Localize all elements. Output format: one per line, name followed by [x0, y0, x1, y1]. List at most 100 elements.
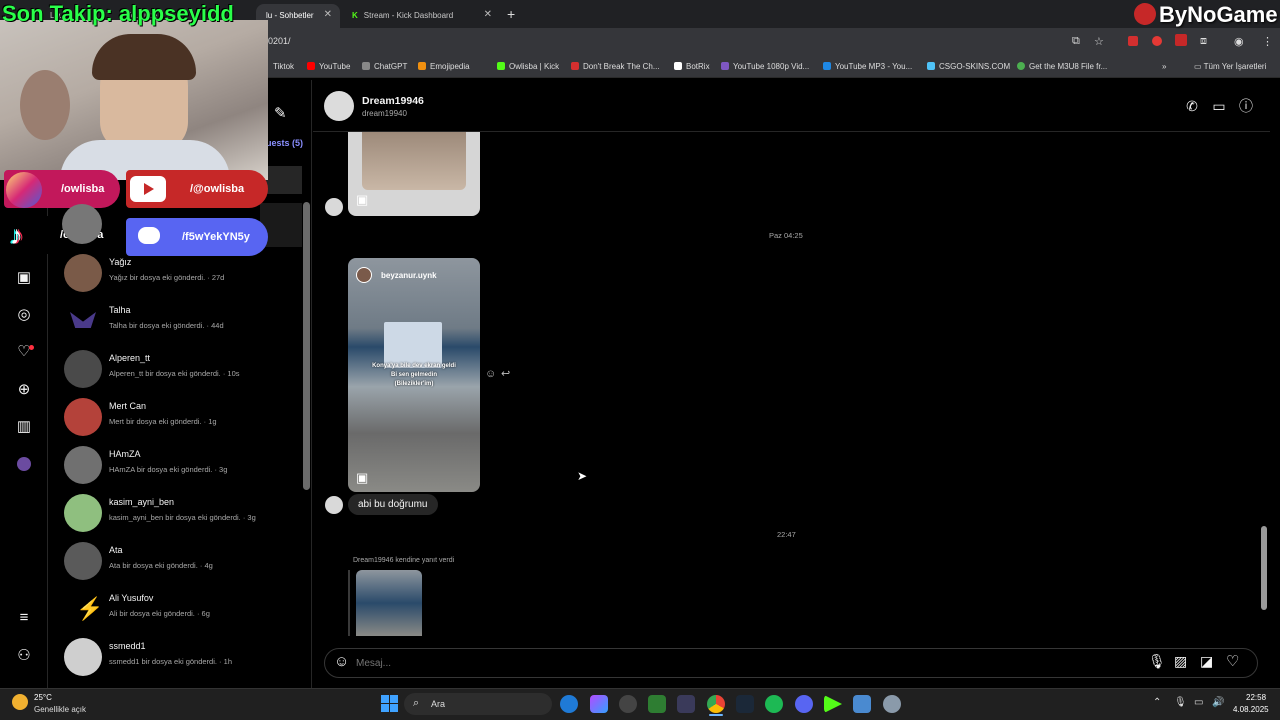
reels-icon[interactable]: ▣ — [14, 268, 34, 288]
create-icon[interactable]: ⊕ — [14, 380, 34, 400]
bookmark-item[interactable]: Get the M3U8 File fr... — [1017, 62, 1107, 71]
bookmark-item[interactable]: YouTube — [307, 62, 350, 71]
taskbar-search[interactable] — [404, 693, 552, 715]
messenger-icon[interactable]: ◎ — [14, 305, 34, 325]
audio-call-icon[interactable]: ✆ — [1183, 97, 1201, 115]
install-app-icon[interactable]: ⧉ — [1072, 35, 1080, 48]
spotify-icon[interactable] — [765, 695, 783, 713]
steam-icon[interactable] — [736, 695, 754, 713]
conversation-item[interactable]: Alperen_tt Alperen_tt bir dosya eki gönd… — [62, 346, 302, 394]
bookmark-item[interactable]: Owlisba | Kick — [497, 62, 559, 71]
message-input[interactable] — [356, 654, 1116, 672]
tab-instagram-chats[interactable]: lu - Sohbetler ✕ — [256, 4, 340, 28]
obs-icon[interactable] — [619, 695, 637, 713]
menu-kebab-icon[interactable]: ⋮ — [1262, 35, 1273, 48]
bookmark-item[interactable]: Tiktok — [273, 62, 294, 71]
chat-scrollbar[interactable] — [1261, 526, 1267, 610]
reply-notice: Dream19946 kendine yanıt verdi — [353, 557, 455, 564]
search-icon: ⌕ — [413, 697, 420, 709]
conversation-item[interactable]: ⚡ Ali Yusufov Ali bir dosya eki gönderdi… — [62, 586, 302, 634]
image-icon[interactable]: ▨ — [1174, 653, 1187, 670]
bookmark-item[interactable]: ChatGPT — [362, 62, 407, 71]
all-bookmarks[interactable]: ▭ Tüm Yer İşaretleri — [1194, 62, 1266, 71]
message-bubble[interactable]: abi bu doğrumu — [348, 494, 438, 515]
dashboard-icon[interactable]: ▥ — [14, 417, 34, 437]
reel-user-avatar — [356, 267, 372, 283]
avatar — [64, 638, 102, 676]
microphone-icon[interactable]: 🎙 — [1148, 653, 1166, 670]
conversation-item[interactable]: kasim_ayni_ben kasim_ayni_ben bir dosya … — [62, 490, 302, 538]
close-tab-icon[interactable]: ✕ — [484, 9, 492, 20]
clock-time[interactable]: 22:58 — [1246, 693, 1266, 702]
reply-icon[interactable]: ↩ — [501, 367, 510, 380]
tray-chevron-icon[interactable]: ⌃ — [1153, 697, 1161, 708]
discord-handle: /f5wYekYN5y — [126, 218, 268, 256]
chat-avatar[interactable] — [324, 91, 354, 121]
requests-link[interactable]: uests (5) — [266, 138, 303, 148]
new-tab-icon[interactable]: + — [507, 6, 515, 22]
youtube-handle: /@owlisba — [126, 170, 268, 208]
conversation-item[interactable]: Ata Ata bir dosya eki gönderdi. · 4g — [62, 538, 302, 586]
extensions-puzzle-icon[interactable]: ⧈ — [1200, 35, 1207, 48]
streamer-hair — [92, 34, 196, 80]
tab-kick-dashboard[interactable]: K Stream - Kick Dashboard ✕ — [342, 4, 500, 28]
reels-icon: ▣ — [356, 192, 369, 207]
profile-avatar[interactable] — [17, 457, 31, 471]
close-tab-icon[interactable]: ✕ — [324, 9, 332, 20]
conversation-list-scrollbar[interactable] — [303, 202, 310, 490]
app-icon[interactable] — [853, 695, 871, 713]
discord-icon[interactable] — [795, 695, 813, 713]
bookmark-item[interactable]: BotRix — [674, 62, 710, 71]
profile-icon[interactable]: ◉ — [1234, 35, 1244, 48]
also-from-meta-icon[interactable]: ⚇ — [14, 646, 34, 666]
bookmark-item[interactable]: YouTube MP3 - You... — [823, 62, 912, 71]
new-message-icon[interactable]: ✎ — [274, 104, 287, 122]
reel-thumbnail — [362, 132, 466, 190]
reel-attachment[interactable]: ▣ — [348, 132, 480, 216]
conversation-item[interactable]: HAmZA HAmZA bir dosya eki gönderdi. · 3g — [62, 442, 302, 490]
extension-icon[interactable] — [1152, 36, 1162, 46]
volume-icon[interactable]: 🔊 — [1212, 697, 1224, 708]
reels-icon: ▣ — [356, 470, 369, 485]
react-emoji-icon[interactable]: ☺ — [485, 368, 496, 380]
minecraft-icon[interactable] — [648, 695, 666, 713]
conversation-item[interactable]: Talha Talha bir dosya eki gönderdi. · 44… — [62, 298, 302, 346]
extension-icon[interactable] — [1128, 36, 1138, 46]
weather-icon[interactable] — [12, 694, 28, 710]
app-icon[interactable] — [677, 695, 695, 713]
replied-reel-thumbnail[interactable] — [356, 570, 422, 636]
info-icon[interactable]: ⓘ — [1237, 97, 1255, 115]
instagram-icon — [6, 172, 42, 208]
bookmark-item[interactable]: YouTube 1080p Vid... — [721, 62, 809, 71]
more-bookmarks-icon[interactable]: » — [1162, 62, 1166, 71]
reel-attachment[interactable]: beyzanur.uynk Konya'ya bile dev ekran ge… — [348, 258, 480, 492]
conversation-item[interactable]: Yağız Yağız bir dosya eki gönderdi. · 27… — [62, 250, 302, 298]
avatar — [64, 494, 102, 532]
conversation-item[interactable]: ssmedd1 ssmedd1 bir dosya eki gönderdi. … — [62, 634, 302, 682]
windows-logo-icon[interactable] — [381, 695, 398, 712]
url-field[interactable]: 0201/ — [268, 36, 291, 46]
latest-follower: Son Takip: alppseyidd — [2, 1, 234, 26]
emoji-icon[interactable]: ☺ — [334, 653, 349, 670]
edge-icon[interactable] — [560, 695, 578, 713]
settings-icon[interactable] — [883, 695, 901, 713]
bookmark-star-icon[interactable]: ☆ — [1094, 35, 1104, 48]
clock-date[interactable]: 4.08.2025 — [1233, 705, 1269, 714]
more-menu-icon[interactable]: ≡ — [14, 608, 34, 628]
mic-tray-icon[interactable]: 🎙 — [1174, 697, 1187, 708]
copilot-icon[interactable] — [590, 695, 608, 713]
background-chair — [20, 70, 70, 140]
instagram-handle: /owlisba — [4, 170, 120, 208]
display-tray-icon[interactable]: ▭ — [1194, 697, 1203, 708]
video-call-icon[interactable]: ▭ — [1210, 97, 1228, 115]
chat-name[interactable]: Dream19946 — [362, 95, 424, 107]
extension-new-icon[interactable] — [1175, 34, 1187, 46]
bookmark-item[interactable]: Don't Break The Ch... — [571, 62, 660, 71]
bookmark-item[interactable]: Emojipedia — [418, 62, 470, 71]
avatar — [64, 302, 102, 340]
conversation-item[interactable]: Mert Can Mert bir dosya eki gönderdi. · … — [62, 394, 302, 442]
like-heart-icon[interactable]: ♡ — [1226, 652, 1239, 670]
sticker-icon[interactable]: ◪ — [1200, 653, 1213, 670]
chrome-icon[interactable] — [707, 695, 725, 713]
bookmark-item[interactable]: CSGO-SKINS.COM — [927, 62, 1010, 71]
